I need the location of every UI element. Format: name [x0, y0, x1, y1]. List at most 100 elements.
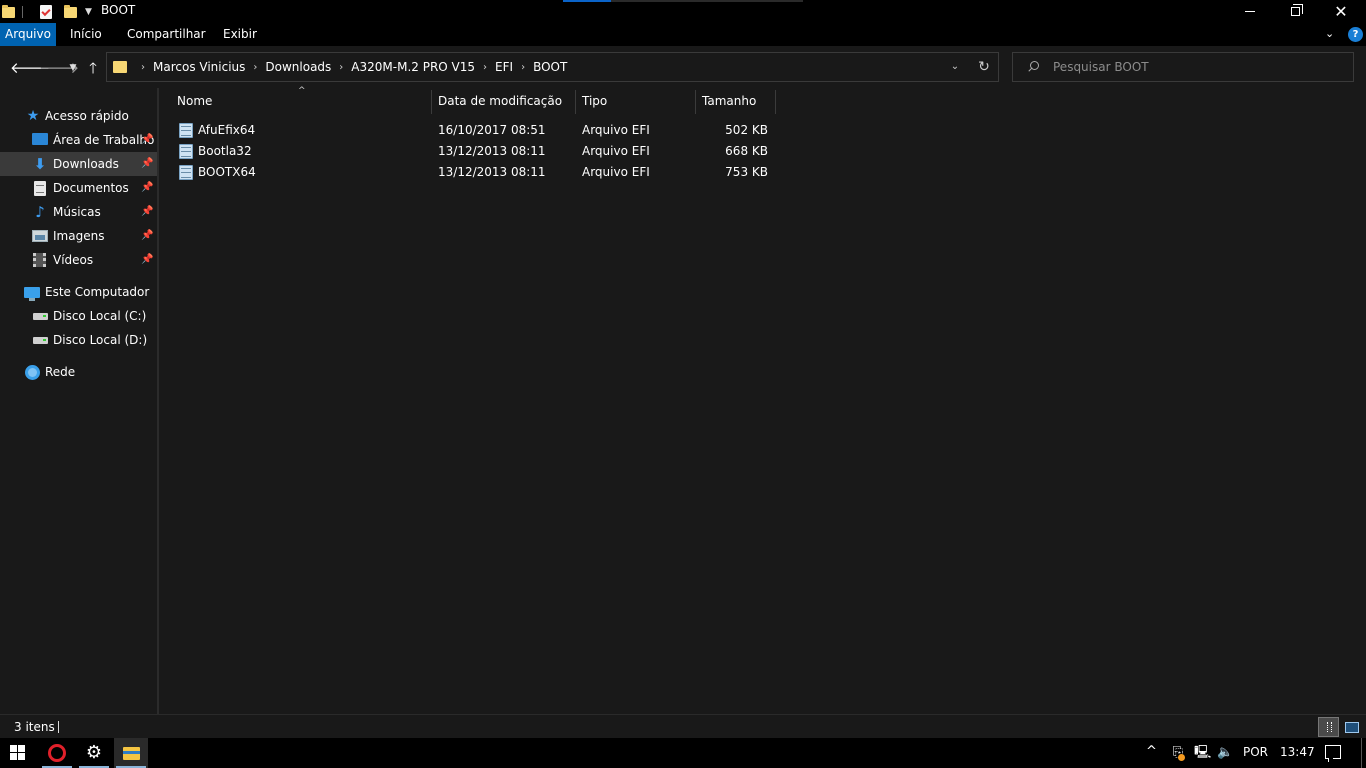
- nav-item-pictures[interactable]: Imagens 📌: [0, 224, 157, 248]
- file-date: 13/12/2013 08:11: [438, 165, 546, 179]
- breadcrumb-separator-icon[interactable]: ›: [253, 62, 257, 73]
- expand-ribbon-chevron-icon[interactable]: ⌄: [1325, 27, 1339, 41]
- file-name: BOOTX64: [198, 165, 256, 179]
- file-size: 502 KB: [725, 123, 768, 137]
- column-header-type[interactable]: Tipo: [582, 88, 607, 114]
- item-count: 3 itens: [14, 720, 55, 734]
- show-hidden-icons-chevron-icon[interactable]: ^: [1146, 744, 1157, 759]
- breadcrumb-separator-icon[interactable]: ›: [521, 62, 525, 73]
- taskbar-settings-button[interactable]: ⚙: [77, 738, 111, 768]
- breadcrumb-separator-icon[interactable]: ›: [339, 62, 343, 73]
- status-divider: [58, 721, 59, 733]
- pin-icon[interactable]: 📌: [141, 206, 153, 218]
- action-center-icon[interactable]: [1325, 745, 1341, 762]
- nav-item-drive-d[interactable]: Disco Local (D:): [0, 328, 157, 352]
- up-arrow-icon[interactable]: 🡑: [84, 59, 102, 77]
- tab-share[interactable]: Compartilhar: [119, 23, 214, 46]
- recent-locations-chevron-icon[interactable]: ▼: [64, 59, 82, 77]
- nav-item-drive-c[interactable]: Disco Local (C:): [0, 304, 157, 328]
- file-size: 668 KB: [725, 144, 768, 158]
- efi-file-icon: [179, 165, 193, 180]
- properties-icon[interactable]: [40, 4, 52, 19]
- search-box[interactable]: Pesquisar BOOT: [1012, 52, 1354, 82]
- help-icon[interactable]: ?: [1348, 27, 1363, 42]
- ethernet-icon[interactable]: 🖳: [1194, 745, 1211, 761]
- pin-icon[interactable]: 📌: [141, 182, 153, 194]
- breadcrumb-item-efi[interactable]: EFI: [495, 60, 513, 74]
- restore-button[interactable]: [1272, 0, 1318, 23]
- network-warning-icon: [1178, 754, 1185, 761]
- nav-item-desktop[interactable]: Área de Trabalho 📌: [0, 128, 157, 152]
- breadcrumb-item-boot[interactable]: BOOT: [533, 60, 567, 74]
- breadcrumb-separator-icon[interactable]: ›: [141, 62, 145, 73]
- column-divider[interactable]: [695, 90, 696, 114]
- column-header-size[interactable]: Tamanho: [702, 88, 756, 114]
- column-divider[interactable]: [431, 90, 432, 114]
- taskbar-opera-button[interactable]: [40, 738, 74, 768]
- nav-item-documents[interactable]: Documentos 📌: [0, 176, 157, 200]
- forward-arrow-icon[interactable]: 🡒: [39, 59, 79, 77]
- file-type: Arquivo EFI: [582, 123, 650, 137]
- tab-view[interactable]: Exibir: [215, 23, 265, 46]
- restore-icon: [1290, 4, 1303, 16]
- column-header-date[interactable]: Data de modificação: [438, 88, 562, 114]
- breadcrumb-separator-icon[interactable]: ›: [483, 62, 487, 73]
- column-divider[interactable]: [775, 90, 776, 114]
- new-folder-icon[interactable]: [64, 4, 77, 18]
- drive-icon: [33, 337, 48, 344]
- network-icon: [25, 365, 40, 380]
- table-row[interactable]: Bootla32 13/12/2013 08:11 Arquivo EFI 66…: [175, 141, 775, 162]
- breadcrumb-item-user[interactable]: Marcos Vinicius: [153, 60, 245, 74]
- address-row: 🡐 🡒 ▼ 🡑 › Marcos Vinicius › Downloads › …: [0, 46, 1366, 88]
- clock[interactable]: 13:47: [1280, 745, 1315, 759]
- address-bar[interactable]: › Marcos Vinicius › Downloads › A320M-M.…: [106, 52, 999, 82]
- computer-icon: [24, 287, 40, 301]
- column-header-name[interactable]: Nome: [177, 88, 212, 114]
- show-desktop-button[interactable]: [1361, 738, 1362, 768]
- nav-quick-access[interactable]: ★ Acesso rápido: [0, 104, 157, 128]
- minimize-button[interactable]: [1227, 0, 1273, 23]
- folder-icon: [2, 4, 15, 18]
- tab-home[interactable]: Início: [62, 23, 110, 46]
- videos-icon: [33, 253, 46, 267]
- nav-item-downloads[interactable]: ⬇ Downloads 📌: [0, 152, 157, 176]
- refresh-icon[interactable]: ↻: [976, 58, 992, 76]
- customize-toolbar-chevron-icon[interactable]: ▼: [85, 7, 92, 17]
- search-input[interactable]: Pesquisar BOOT: [1053, 53, 1149, 81]
- nav-item-music[interactable]: ♪ Músicas 📌: [0, 200, 157, 224]
- large-icons-view-button[interactable]: [1342, 717, 1362, 737]
- breadcrumb-item-a320m[interactable]: A320M-M.2 PRO V15: [351, 60, 475, 74]
- table-row[interactable]: AfuEfix64 16/10/2017 08:51 Arquivo EFI 5…: [175, 120, 775, 141]
- title-accent-bar: [563, 0, 611, 2]
- pin-icon[interactable]: 📌: [141, 158, 153, 170]
- pin-icon[interactable]: 📌: [141, 230, 153, 242]
- file-name: AfuEfix64: [198, 123, 256, 137]
- efi-file-icon: [179, 123, 193, 138]
- pin-icon[interactable]: 📌: [141, 134, 153, 146]
- input-language[interactable]: POR: [1243, 745, 1268, 759]
- windows-start-icon[interactable]: [10, 745, 26, 761]
- column-divider[interactable]: [575, 90, 576, 114]
- opera-icon: [48, 744, 66, 762]
- details-view-button[interactable]: [1318, 717, 1339, 737]
- nav-this-pc[interactable]: Este Computador: [0, 280, 157, 304]
- file-name: Bootla32: [198, 144, 252, 158]
- close-button[interactable]: ✕: [1318, 0, 1364, 23]
- nav-item-videos[interactable]: Vídeos 📌: [0, 248, 157, 272]
- back-arrow-icon[interactable]: 🡐: [10, 59, 50, 77]
- nav-network[interactable]: Rede: [0, 360, 157, 384]
- address-history-chevron-icon[interactable]: ⌄: [948, 59, 962, 75]
- taskbar-file-explorer-button[interactable]: [114, 738, 148, 768]
- music-icon: ♪: [35, 203, 45, 221]
- pin-icon[interactable]: 📌: [141, 254, 153, 266]
- file-explorer-icon: [122, 746, 140, 760]
- breadcrumb-item-downloads[interactable]: Downloads: [265, 60, 331, 74]
- ribbon-tabs: Arquivo Início Compartilhar Exibir ⌄: [0, 23, 1366, 46]
- nav-label: Este Computador: [45, 285, 150, 299]
- tab-file[interactable]: Arquivo: [0, 23, 56, 46]
- drive-icon: [33, 313, 48, 320]
- table-row[interactable]: BOOTX64 13/12/2013 08:11 Arquivo EFI 753…: [175, 162, 775, 183]
- search-icon: [1027, 61, 1039, 73]
- volume-icon[interactable]: 🔈: [1217, 745, 1233, 761]
- title-accent-bar-secondary: [611, 0, 803, 2]
